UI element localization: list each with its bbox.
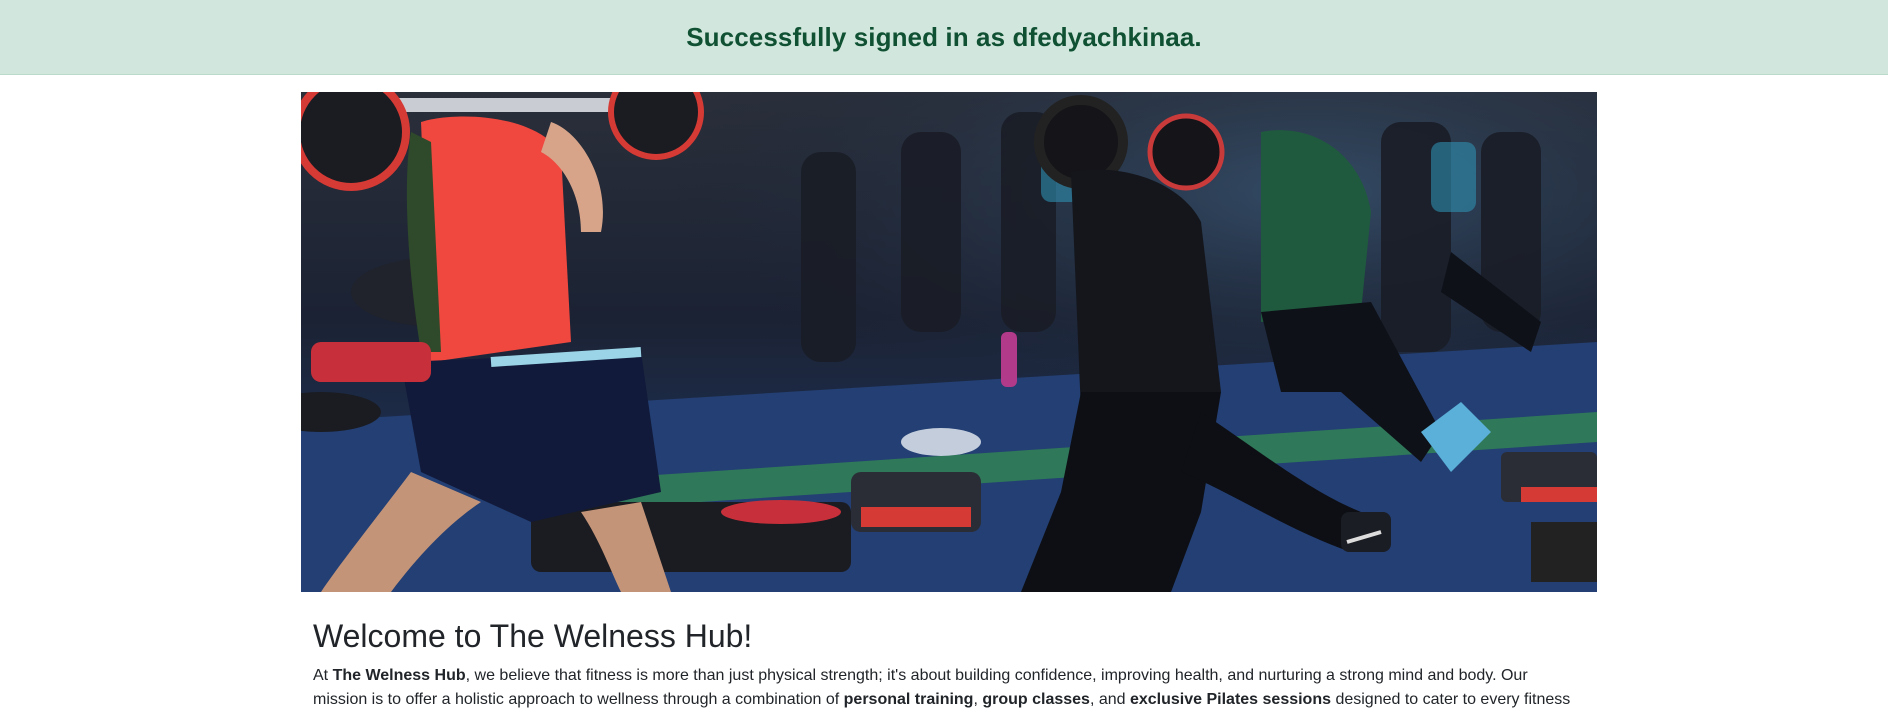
mission-end-text: designed to cater to every fitness (1331, 691, 1571, 708)
group-classes-text: group classes (982, 691, 1090, 708)
welcome-intro: At The Welness Hub, we believe that fitn… (313, 664, 1583, 712)
personal-training-text: personal training (843, 691, 974, 708)
success-alert: Successfully signed in as dfedyachkinaa. (0, 0, 1888, 75)
intro-text: , we believe that fitness is more than j… (465, 667, 1528, 684)
intro-prefix: At (313, 667, 333, 684)
welcome-title: Welcome to The Welness Hub! (313, 618, 753, 654)
alert-message: Successfully signed in as dfedyachkinaa. (686, 21, 1202, 52)
pilates-text: exclusive Pilates sessions (1129, 691, 1331, 708)
hero-image (301, 92, 1597, 592)
mission-text: mission is to offer a holistic approach … (313, 691, 844, 708)
brand-name: The Welness Hub (332, 667, 466, 684)
separator-and: , and (1089, 691, 1130, 708)
welcome-section: Welcome to The Welness Hub! At The Welne… (313, 614, 1583, 712)
fitness-class-photo-icon (301, 92, 1597, 592)
separator-comma: , (973, 691, 983, 708)
